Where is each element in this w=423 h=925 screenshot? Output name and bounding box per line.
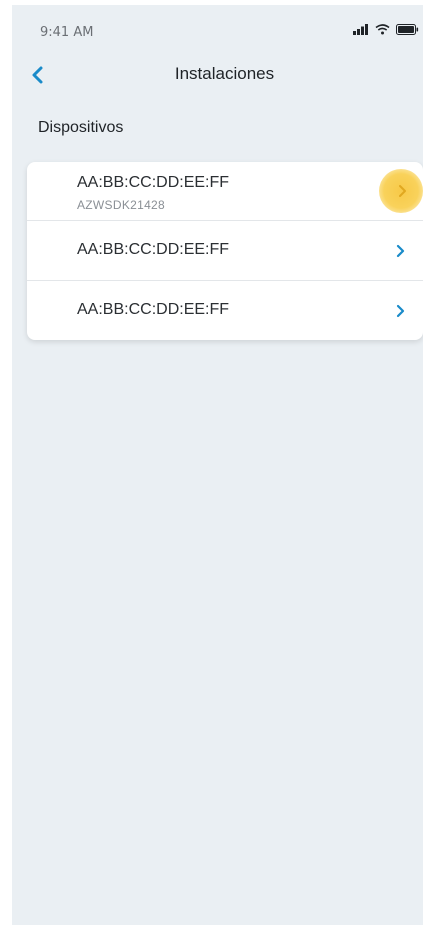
- device-mac: AA:BB:CC:DD:EE:FF: [77, 174, 230, 191]
- device-row-2[interactable]: AA:BB:CC:DD:EE:FF: [27, 221, 423, 281]
- status-time: 9:41 AM: [40, 25, 94, 40]
- status-icons: [353, 24, 419, 35]
- chevron-right-icon: [396, 304, 405, 317]
- device-mac: AA:BB:CC:DD:EE:FF: [77, 241, 230, 258]
- signal-icon: [353, 24, 368, 35]
- navigation-bar: Instalaciones: [12, 55, 423, 95]
- chevron-right-icon: [399, 185, 406, 197]
- devices-list: AA:BB:CC:DD:EE:FF AZWSDK21428 AA:BB:CC:D…: [27, 162, 423, 340]
- app-screen: 9:41 AM Instalaciones Dispositivos AA:BB…: [12, 5, 423, 925]
- battery-icon: [396, 24, 419, 35]
- device-mac: AA:BB:CC:DD:EE:FF: [77, 301, 230, 318]
- section-title: Dispositivos: [38, 119, 124, 136]
- chevron-right-icon: [396, 244, 405, 257]
- page-title: Instalaciones: [174, 64, 275, 83]
- wifi-icon: [375, 24, 390, 35]
- device-row-3[interactable]: AA:BB:CC:DD:EE:FF: [27, 281, 423, 340]
- device-serial: AZWSDK21428: [77, 198, 166, 212]
- device-row-1[interactable]: AA:BB:CC:DD:EE:FF AZWSDK21428: [27, 162, 423, 221]
- status-bar: 9:41 AM: [12, 5, 423, 49]
